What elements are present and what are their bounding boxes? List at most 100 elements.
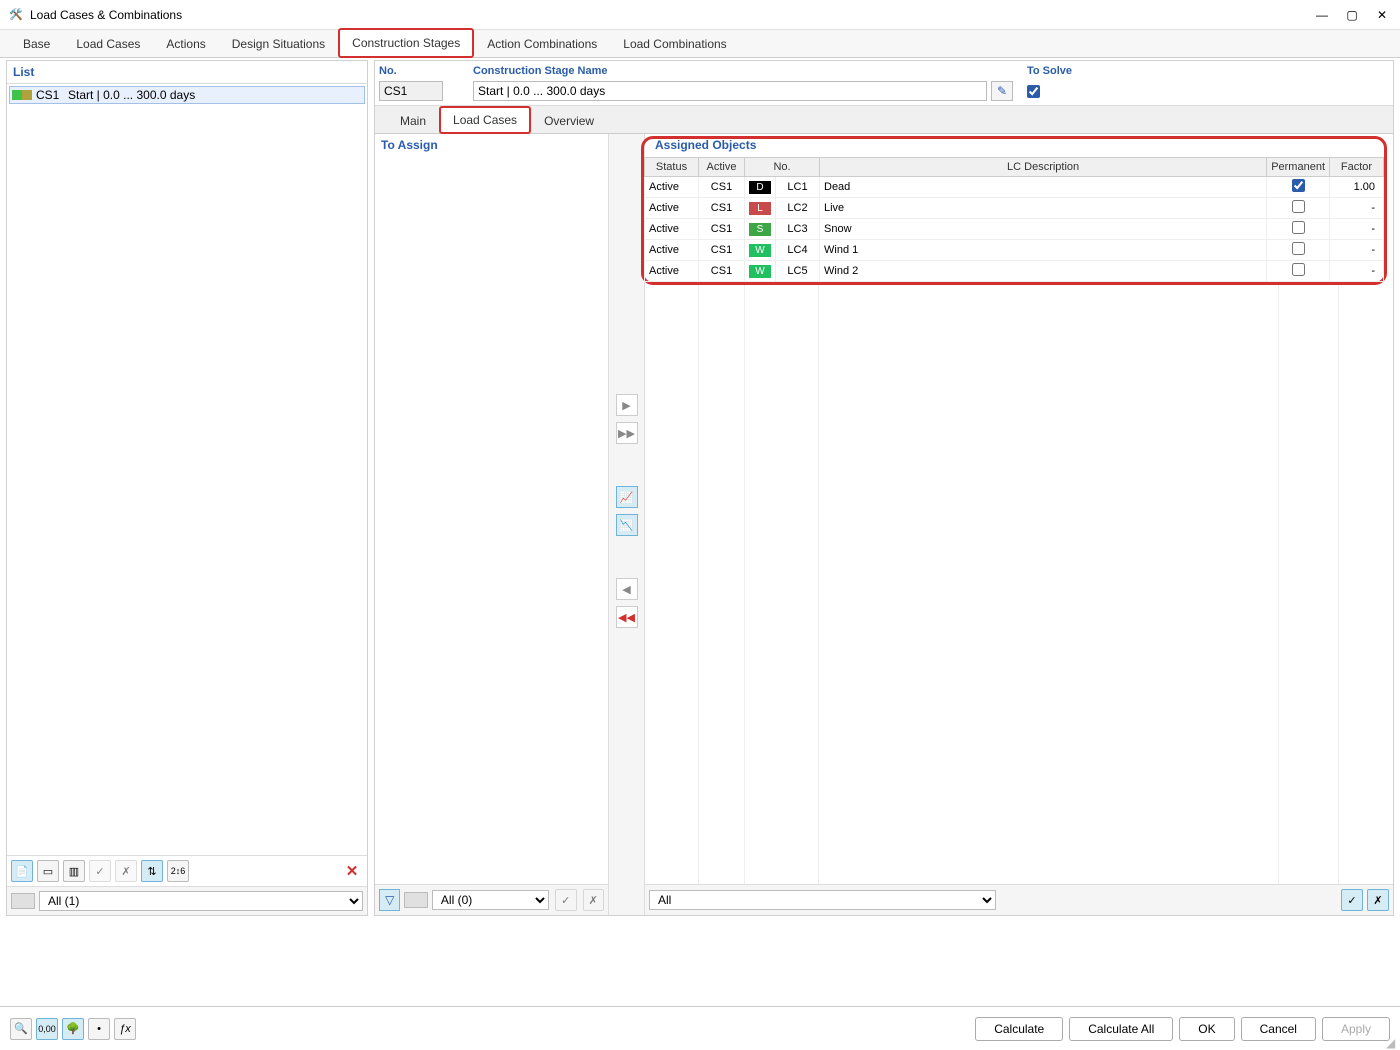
list-area: CS1 Start | 0.0 ... 300.0 days xyxy=(7,84,367,855)
ok-button[interactable]: OK xyxy=(1179,1017,1234,1041)
move-right-button[interactable]: ▶ xyxy=(616,394,638,416)
subtab-overview[interactable]: Overview xyxy=(531,108,607,133)
detail-panel: No. Construction Stage Name ✎ To Solve xyxy=(374,60,1394,916)
name-input[interactable] xyxy=(473,81,987,101)
cell-permanent[interactable] xyxy=(1267,261,1330,282)
assigned-objects-highlight: Status Active No. LC Description Permane… xyxy=(641,136,1387,285)
cell-factor: - xyxy=(1330,198,1384,219)
cell-desc: Wind 1 xyxy=(820,240,1267,261)
list-header: List xyxy=(7,61,367,84)
cell-no: LC5 xyxy=(776,261,820,282)
move-all-right-button[interactable]: ▶▶ xyxy=(616,422,638,444)
assign-filter-swatch xyxy=(404,892,427,908)
cell-badge: W xyxy=(745,240,776,261)
cell-no: LC2 xyxy=(776,198,820,219)
cell-badge: L xyxy=(745,198,776,219)
tab-action-combinations[interactable]: Action Combinations xyxy=(474,30,610,57)
window-controls: — ▢ ✕ xyxy=(1316,9,1388,21)
window-title: Load Cases & Combinations xyxy=(30,8,1316,22)
assign-check-button[interactable]: ✓ xyxy=(555,889,576,911)
bottom-bar: 🔍 0,00 🌳 • ƒx Calculate Calculate All OK… xyxy=(0,1006,1400,1050)
search-icon[interactable]: 🔍 xyxy=(10,1018,32,1040)
cell-permanent[interactable] xyxy=(1267,198,1330,219)
new-item-button[interactable]: 📄 xyxy=(11,860,33,882)
cell-permanent[interactable] xyxy=(1267,177,1330,198)
cell-no: LC1 xyxy=(776,177,820,198)
cell-desc: Live xyxy=(820,198,1267,219)
calculate-button[interactable]: Calculate xyxy=(975,1017,1063,1041)
dot-button[interactable]: • xyxy=(88,1018,110,1040)
list-filter-select[interactable]: All (1) xyxy=(39,891,363,911)
table-row[interactable]: ActiveCS1WLC5Wind 2- xyxy=(645,261,1384,282)
move-all-left-button[interactable]: ◀◀ xyxy=(616,606,638,628)
tab-design-situations[interactable]: Design Situations xyxy=(219,30,338,57)
subtab-load-cases[interactable]: Load Cases xyxy=(439,106,531,134)
table-row[interactable]: ActiveCS1LLC2Live - xyxy=(645,198,1384,219)
col-desc: LC Description xyxy=(820,158,1267,177)
apply-button[interactable]: Apply xyxy=(1322,1017,1390,1041)
maximize-button[interactable]: ▢ xyxy=(1346,9,1358,21)
solve-checkbox[interactable] xyxy=(1027,85,1040,98)
table-row[interactable]: ActiveCS1WLC4Wind 1- xyxy=(645,240,1384,261)
main-area: List CS1 Start | 0.0 ... 300.0 days 📄 ▭ … xyxy=(0,58,1400,916)
sort-button[interactable]: ⇅ xyxy=(141,860,163,882)
cell-permanent[interactable] xyxy=(1267,219,1330,240)
close-button[interactable]: ✕ xyxy=(1376,9,1388,21)
list-toolbar: 📄 ▭ ▥ ✓ ✗ ⇅ 2↕6 ✕ xyxy=(7,855,367,886)
objects-filter-select[interactable]: All xyxy=(649,890,996,910)
calculate-all-button[interactable]: Calculate All xyxy=(1069,1017,1173,1041)
cell-active: CS1 xyxy=(699,177,745,198)
to-assign-scrollbar[interactable] xyxy=(375,874,608,884)
tab-load-combinations[interactable]: Load Combinations xyxy=(610,30,739,57)
cell-active: CS1 xyxy=(699,198,745,219)
bottom-right-buttons: Calculate Calculate All OK Cancel Apply xyxy=(975,1017,1390,1041)
fx-button[interactable]: ƒx xyxy=(114,1018,136,1040)
detail-header: No. Construction Stage Name ✎ To Solve xyxy=(375,61,1393,106)
list-item-name: Start | 0.0 ... 300.0 days xyxy=(68,88,195,102)
table-row[interactable]: ActiveCS1SLC3Snow- xyxy=(645,219,1384,240)
uncheck-selected-button[interactable]: ✗ xyxy=(115,860,137,882)
cell-permanent[interactable] xyxy=(1267,240,1330,261)
move-left-button[interactable]: ◀ xyxy=(616,578,638,600)
table-row[interactable]: ActiveCS1DLC1Dead1.00 xyxy=(645,177,1384,198)
subtab-main[interactable]: Main xyxy=(387,108,439,133)
cell-badge: W xyxy=(745,261,776,282)
sub-tabstrip: Main Load Cases Overview xyxy=(375,106,1393,134)
check-selected-button[interactable]: ✓ xyxy=(89,860,111,882)
transfer-column: ▶ ▶▶ 📈 📉 ◀ ◀◀ xyxy=(609,134,645,915)
list-panel: List CS1 Start | 0.0 ... 300.0 days 📄 ▭ … xyxy=(6,60,368,916)
edit-name-button[interactable]: ✎ xyxy=(991,81,1013,101)
cell-no: LC3 xyxy=(776,219,820,240)
col-factor: Factor xyxy=(1330,158,1384,177)
units-button[interactable]: 0,00 xyxy=(36,1018,58,1040)
cell-status: Active xyxy=(645,198,699,219)
toolbar-btn-2[interactable]: ▭ xyxy=(37,860,59,882)
filter-button[interactable]: ▽ xyxy=(379,889,400,911)
tab-base[interactable]: Base xyxy=(10,30,63,57)
objects-uncheck-button[interactable]: ✗ xyxy=(1367,889,1389,911)
assigned-objects-table: Status Active No. LC Description Permane… xyxy=(644,157,1384,282)
list-item[interactable]: CS1 Start | 0.0 ... 300.0 days xyxy=(9,86,365,104)
tab-load-cases[interactable]: Load Cases xyxy=(63,30,153,57)
tab-construction-stages[interactable]: Construction Stages xyxy=(338,28,474,58)
resize-grip-icon[interactable]: ◢ xyxy=(1386,1036,1398,1048)
delete-button[interactable]: ✕ xyxy=(341,860,363,882)
cell-no: LC4 xyxy=(776,240,820,261)
renumber-button[interactable]: 2↕6 xyxy=(167,860,189,882)
assign-filter-select[interactable]: All (0) xyxy=(432,890,549,910)
tree-button[interactable]: 🌳 xyxy=(62,1018,84,1040)
chart-button-1[interactable]: 📈 xyxy=(616,486,638,508)
chart-button-2[interactable]: 📉 xyxy=(616,514,638,536)
objects-check-button[interactable]: ✓ xyxy=(1341,889,1363,911)
name-label: Construction Stage Name xyxy=(473,63,1013,79)
tab-actions[interactable]: Actions xyxy=(153,30,218,57)
cell-status: Active xyxy=(645,219,699,240)
cancel-button[interactable]: Cancel xyxy=(1241,1017,1316,1041)
bottom-left-tools: 🔍 0,00 🌳 • ƒx xyxy=(10,1018,136,1040)
toolbar-btn-3[interactable]: ▥ xyxy=(63,860,85,882)
assign-uncheck-button[interactable]: ✗ xyxy=(583,889,604,911)
cell-badge: D xyxy=(745,177,776,198)
minimize-button[interactable]: — xyxy=(1316,9,1328,21)
assigned-objects-footer: All ✓ ✗ xyxy=(645,884,1393,915)
no-input[interactable] xyxy=(379,81,443,101)
